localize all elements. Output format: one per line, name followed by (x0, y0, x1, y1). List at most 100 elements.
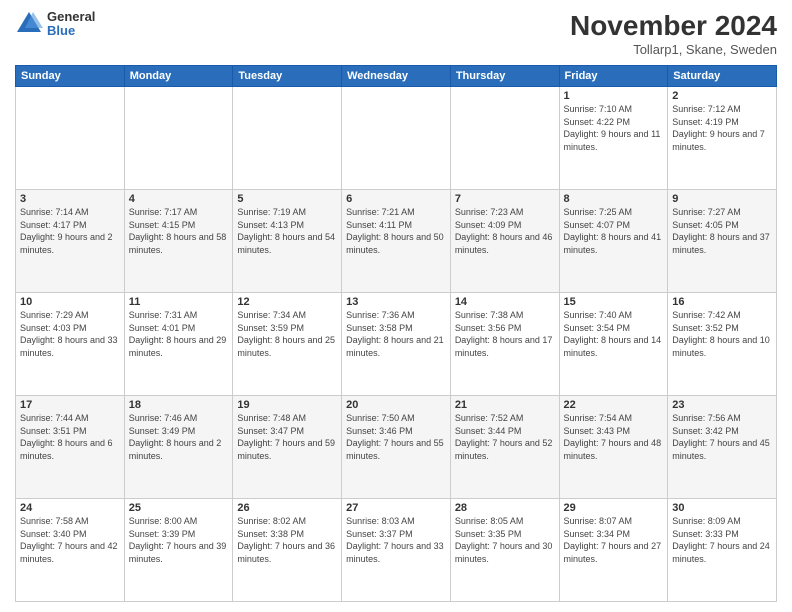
day-number: 21 (455, 399, 555, 411)
calendar-cell: 4Sunrise: 7:17 AMSunset: 4:15 PMDaylight… (124, 190, 233, 293)
calendar-cell: 17Sunrise: 7:44 AMSunset: 3:51 PMDayligh… (16, 396, 125, 499)
day-info: Sunrise: 7:10 AMSunset: 4:22 PMDaylight:… (564, 103, 664, 153)
calendar-cell: 20Sunrise: 7:50 AMSunset: 3:46 PMDayligh… (342, 396, 451, 499)
calendar-cell: 13Sunrise: 7:36 AMSunset: 3:58 PMDayligh… (342, 293, 451, 396)
calendar-cell: 7Sunrise: 7:23 AMSunset: 4:09 PMDaylight… (450, 190, 559, 293)
calendar-cell (450, 87, 559, 190)
calendar-cell: 6Sunrise: 7:21 AMSunset: 4:11 PMDaylight… (342, 190, 451, 293)
day-number: 10 (20, 296, 120, 308)
calendar-cell: 21Sunrise: 7:52 AMSunset: 3:44 PMDayligh… (450, 396, 559, 499)
calendar-cell: 30Sunrise: 8:09 AMSunset: 3:33 PMDayligh… (668, 499, 777, 602)
day-info: Sunrise: 7:23 AMSunset: 4:09 PMDaylight:… (455, 206, 555, 256)
calendar-week-2: 3Sunrise: 7:14 AMSunset: 4:17 PMDaylight… (16, 190, 777, 293)
header-row: Sunday Monday Tuesday Wednesday Thursday… (16, 66, 777, 87)
day-info: Sunrise: 7:48 AMSunset: 3:47 PMDaylight:… (237, 412, 337, 462)
calendar-cell: 22Sunrise: 7:54 AMSunset: 3:43 PMDayligh… (559, 396, 668, 499)
day-number: 3 (20, 193, 120, 205)
month-title: November 2024 (570, 10, 777, 42)
day-number: 28 (455, 502, 555, 514)
day-number: 1 (564, 90, 664, 102)
calendar-cell: 18Sunrise: 7:46 AMSunset: 3:49 PMDayligh… (124, 396, 233, 499)
col-tuesday: Tuesday (233, 66, 342, 87)
day-number: 17 (20, 399, 120, 411)
calendar-cell: 8Sunrise: 7:25 AMSunset: 4:07 PMDaylight… (559, 190, 668, 293)
day-info: Sunrise: 7:29 AMSunset: 4:03 PMDaylight:… (20, 309, 120, 359)
calendar-cell: 24Sunrise: 7:58 AMSunset: 3:40 PMDayligh… (16, 499, 125, 602)
calendar-header: Sunday Monday Tuesday Wednesday Thursday… (16, 66, 777, 87)
day-number: 19 (237, 399, 337, 411)
calendar-cell: 28Sunrise: 8:05 AMSunset: 3:35 PMDayligh… (450, 499, 559, 602)
day-info: Sunrise: 7:17 AMSunset: 4:15 PMDaylight:… (129, 206, 229, 256)
calendar-cell (16, 87, 125, 190)
calendar-cell (233, 87, 342, 190)
day-number: 18 (129, 399, 229, 411)
day-info: Sunrise: 7:58 AMSunset: 3:40 PMDaylight:… (20, 515, 120, 565)
day-info: Sunrise: 7:36 AMSunset: 3:58 PMDaylight:… (346, 309, 446, 359)
col-saturday: Saturday (668, 66, 777, 87)
day-number: 9 (672, 193, 772, 205)
logo-icon (15, 10, 43, 38)
calendar-week-3: 10Sunrise: 7:29 AMSunset: 4:03 PMDayligh… (16, 293, 777, 396)
logo-text: General Blue (47, 10, 95, 39)
day-info: Sunrise: 8:09 AMSunset: 3:33 PMDaylight:… (672, 515, 772, 565)
day-number: 5 (237, 193, 337, 205)
day-number: 23 (672, 399, 772, 411)
col-monday: Monday (124, 66, 233, 87)
day-info: Sunrise: 8:00 AMSunset: 3:39 PMDaylight:… (129, 515, 229, 565)
page: General Blue November 2024 Tollarp1, Ska… (0, 0, 792, 612)
day-number: 15 (564, 296, 664, 308)
calendar: Sunday Monday Tuesday Wednesday Thursday… (15, 65, 777, 602)
location: Tollarp1, Skane, Sweden (570, 42, 777, 57)
day-info: Sunrise: 7:14 AMSunset: 4:17 PMDaylight:… (20, 206, 120, 256)
calendar-cell: 12Sunrise: 7:34 AMSunset: 3:59 PMDayligh… (233, 293, 342, 396)
calendar-body: 1Sunrise: 7:10 AMSunset: 4:22 PMDaylight… (16, 87, 777, 602)
day-number: 12 (237, 296, 337, 308)
day-info: Sunrise: 7:34 AMSunset: 3:59 PMDaylight:… (237, 309, 337, 359)
calendar-cell: 25Sunrise: 8:00 AMSunset: 3:39 PMDayligh… (124, 499, 233, 602)
calendar-cell: 1Sunrise: 7:10 AMSunset: 4:22 PMDaylight… (559, 87, 668, 190)
logo-blue: Blue (47, 24, 95, 38)
day-number: 14 (455, 296, 555, 308)
day-info: Sunrise: 7:54 AMSunset: 3:43 PMDaylight:… (564, 412, 664, 462)
day-number: 25 (129, 502, 229, 514)
calendar-cell: 10Sunrise: 7:29 AMSunset: 4:03 PMDayligh… (16, 293, 125, 396)
day-number: 6 (346, 193, 446, 205)
calendar-cell: 5Sunrise: 7:19 AMSunset: 4:13 PMDaylight… (233, 190, 342, 293)
day-info: Sunrise: 7:38 AMSunset: 3:56 PMDaylight:… (455, 309, 555, 359)
day-number: 24 (20, 502, 120, 514)
day-number: 26 (237, 502, 337, 514)
logo: General Blue (15, 10, 95, 39)
day-info: Sunrise: 7:40 AMSunset: 3:54 PMDaylight:… (564, 309, 664, 359)
day-info: Sunrise: 8:05 AMSunset: 3:35 PMDaylight:… (455, 515, 555, 565)
day-number: 4 (129, 193, 229, 205)
day-info: Sunrise: 7:27 AMSunset: 4:05 PMDaylight:… (672, 206, 772, 256)
day-number: 30 (672, 502, 772, 514)
col-sunday: Sunday (16, 66, 125, 87)
logo-general: General (47, 10, 95, 24)
col-wednesday: Wednesday (342, 66, 451, 87)
day-number: 16 (672, 296, 772, 308)
day-info: Sunrise: 7:50 AMSunset: 3:46 PMDaylight:… (346, 412, 446, 462)
calendar-week-1: 1Sunrise: 7:10 AMSunset: 4:22 PMDaylight… (16, 87, 777, 190)
title-section: November 2024 Tollarp1, Skane, Sweden (570, 10, 777, 57)
day-number: 11 (129, 296, 229, 308)
day-number: 20 (346, 399, 446, 411)
day-info: Sunrise: 8:07 AMSunset: 3:34 PMDaylight:… (564, 515, 664, 565)
day-number: 22 (564, 399, 664, 411)
day-info: Sunrise: 8:02 AMSunset: 3:38 PMDaylight:… (237, 515, 337, 565)
calendar-week-4: 17Sunrise: 7:44 AMSunset: 3:51 PMDayligh… (16, 396, 777, 499)
day-number: 8 (564, 193, 664, 205)
day-info: Sunrise: 7:25 AMSunset: 4:07 PMDaylight:… (564, 206, 664, 256)
calendar-cell: 2Sunrise: 7:12 AMSunset: 4:19 PMDaylight… (668, 87, 777, 190)
day-info: Sunrise: 7:31 AMSunset: 4:01 PMDaylight:… (129, 309, 229, 359)
calendar-cell: 29Sunrise: 8:07 AMSunset: 3:34 PMDayligh… (559, 499, 668, 602)
calendar-cell: 3Sunrise: 7:14 AMSunset: 4:17 PMDaylight… (16, 190, 125, 293)
day-info: Sunrise: 7:44 AMSunset: 3:51 PMDaylight:… (20, 412, 120, 462)
day-number: 13 (346, 296, 446, 308)
header: General Blue November 2024 Tollarp1, Ska… (15, 10, 777, 57)
calendar-cell (124, 87, 233, 190)
day-number: 29 (564, 502, 664, 514)
day-info: Sunrise: 7:56 AMSunset: 3:42 PMDaylight:… (672, 412, 772, 462)
col-friday: Friday (559, 66, 668, 87)
day-info: Sunrise: 7:46 AMSunset: 3:49 PMDaylight:… (129, 412, 229, 462)
